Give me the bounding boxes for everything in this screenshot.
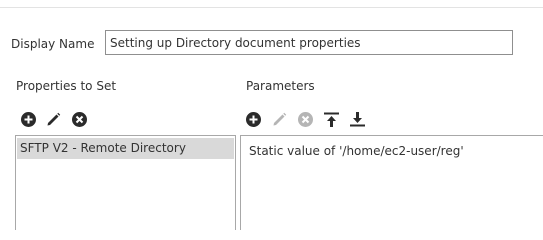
remove-parameter-button[interactable] bbox=[297, 111, 314, 128]
move-to-bottom-icon bbox=[350, 112, 365, 127]
properties-list-item[interactable]: SFTP V2 - Remote Directory bbox=[17, 138, 234, 159]
properties-list[interactable]: SFTP V2 - Remote Directory bbox=[15, 135, 236, 230]
move-to-top-button[interactable] bbox=[323, 111, 340, 128]
pencil-icon bbox=[47, 112, 61, 126]
parameters-list[interactable]: Static value of '/home/ec2-user/reg' bbox=[240, 135, 543, 230]
edit-parameter-button[interactable] bbox=[271, 111, 288, 128]
add-property-button[interactable] bbox=[20, 111, 37, 128]
add-circle-icon bbox=[21, 112, 36, 127]
display-name-label: Display Name bbox=[11, 37, 95, 51]
edit-property-button[interactable] bbox=[45, 111, 62, 128]
properties-header: Properties to Set bbox=[16, 79, 117, 93]
remove-circle-icon bbox=[72, 112, 87, 127]
top-divider bbox=[0, 7, 543, 8]
remove-property-button[interactable] bbox=[71, 111, 88, 128]
move-to-bottom-button[interactable] bbox=[349, 111, 366, 128]
pencil-icon bbox=[273, 112, 287, 126]
move-to-top-icon bbox=[324, 112, 339, 127]
parameters-list-item[interactable]: Static value of '/home/ec2-user/reg' bbox=[249, 144, 464, 158]
add-circle-icon bbox=[246, 112, 261, 127]
parameters-header: Parameters bbox=[246, 79, 315, 93]
add-parameter-button[interactable] bbox=[245, 111, 262, 128]
remove-circle-icon bbox=[298, 112, 313, 127]
display-name-input[interactable] bbox=[105, 30, 513, 55]
